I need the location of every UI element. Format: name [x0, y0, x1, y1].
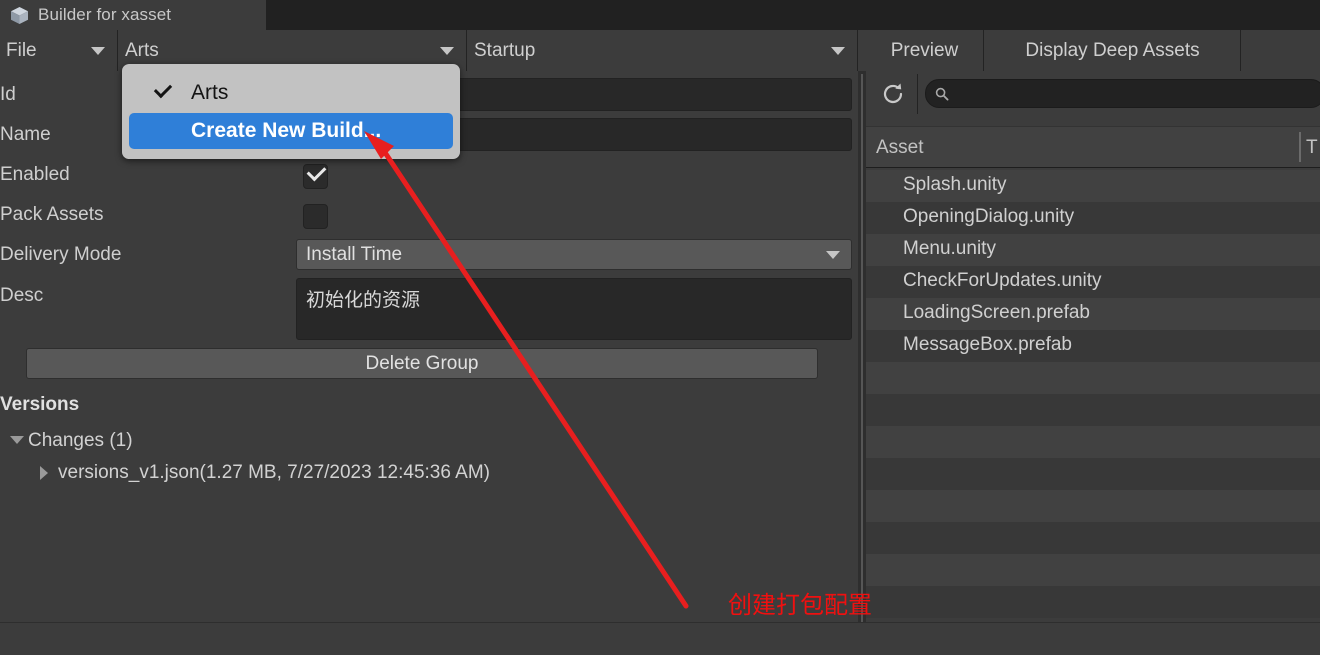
table-row-empty [866, 458, 1320, 490]
tab-label: Builder for xasset [38, 5, 172, 24]
table-row[interactable]: MessageBox.prefab [866, 330, 1320, 362]
field-label-pack-assets: Pack Assets [0, 204, 104, 225]
refresh-icon [883, 83, 903, 103]
file-menu-label: File [6, 39, 37, 61]
column-header-type[interactable]: T [1306, 137, 1318, 159]
asset-list-header: Asset T [866, 126, 1320, 168]
field-label-enabled: Enabled [0, 164, 70, 185]
chevron-down-icon [440, 47, 454, 55]
chevron-down-icon [831, 47, 845, 55]
preview-button[interactable]: Preview [866, 30, 984, 71]
delete-group-button[interactable]: Delete Group [26, 348, 818, 379]
chevron-down-icon [91, 47, 105, 55]
chevron-down-icon [826, 251, 840, 259]
delete-group-label: Delete Group [365, 352, 479, 374]
check-icon [306, 161, 327, 182]
delivery-mode-value: Install Time [306, 243, 403, 265]
table-row[interactable]: Menu.unity [866, 234, 1320, 266]
versions-title: Versions [0, 394, 80, 415]
changes-node-label[interactable]: Changes (1) [28, 430, 133, 452]
column-resize-handle[interactable] [1299, 132, 1301, 162]
table-row[interactable]: LoadingScreen.prefab [866, 298, 1320, 330]
group-selector-label: Startup [474, 39, 536, 61]
table-row[interactable]: OpeningDialog.unity [866, 202, 1320, 234]
asset-name: OpeningDialog.unity [903, 206, 1075, 227]
asset-name: CheckForUpdates.unity [903, 270, 1102, 291]
asset-name: Splash.unity [903, 174, 1007, 195]
menu-item-arts[interactable]: Arts [129, 75, 453, 111]
display-deep-assets-label: Display Deep Assets [1025, 39, 1200, 61]
field-label-desc: Desc [0, 285, 44, 306]
table-row-empty [866, 586, 1320, 618]
table-row-empty [866, 554, 1320, 586]
asset-name: Menu.unity [903, 238, 996, 259]
tab-builder-for-xasset[interactable]: Builder for xasset [0, 0, 266, 30]
panel-divider-grip [861, 74, 863, 634]
asset-name: MessageBox.prefab [903, 334, 1072, 355]
preview-label: Preview [890, 39, 959, 61]
bottom-bar [0, 622, 1320, 655]
display-deep-assets-button[interactable]: Display Deep Assets [985, 30, 1241, 71]
version-entry-label[interactable]: versions_v1.json(1.27 MB, 7/27/2023 12:4… [58, 462, 490, 484]
table-row-empty [866, 394, 1320, 426]
search-input[interactable] [925, 79, 1320, 108]
column-header-asset[interactable]: Asset [876, 137, 924, 159]
asset-name: LoadingScreen.prefab [903, 302, 1090, 323]
table-row-empty [866, 362, 1320, 394]
field-label-delivery-mode: Delivery Mode [0, 244, 122, 265]
group-selector-dropdown[interactable]: Startup [468, 30, 858, 71]
chevron-down-icon[interactable] [10, 436, 24, 444]
menu-item-create-new-build[interactable]: Create New Build... [129, 113, 453, 149]
build-dropdown-menu: Arts Create New Build... [122, 64, 460, 159]
table-row-empty [866, 490, 1320, 522]
table-row[interactable]: Splash.unity [866, 170, 1320, 202]
build-selector-label: Arts [125, 39, 159, 61]
menu-item-label: Arts [191, 81, 229, 104]
field-label-id: Id [0, 84, 16, 105]
package-box-icon [10, 6, 29, 25]
tab-strip: Builder for xasset [0, 0, 1320, 30]
builder-window: Builder for xasset File Arts Startup Pre… [0, 0, 1320, 655]
menu-item-label: Create New Build... [191, 119, 382, 142]
refresh-button[interactable] [868, 74, 918, 114]
search-icon [935, 87, 949, 101]
toolbar-spacer [1242, 30, 1320, 71]
enabled-checkbox[interactable] [303, 161, 328, 189]
chevron-right-icon[interactable] [40, 466, 48, 480]
annotation-text: 创建打包配置 [728, 592, 872, 619]
table-row-empty [866, 522, 1320, 554]
desc-value: 初始化的资源 [306, 290, 421, 311]
field-label-name: Name [0, 124, 51, 145]
pack-assets-checkbox[interactable] [303, 204, 328, 229]
file-menu-button[interactable]: File [0, 30, 118, 71]
delivery-mode-dropdown[interactable]: Install Time [296, 239, 852, 270]
table-row-empty [866, 426, 1320, 458]
table-row[interactable]: CheckForUpdates.unity [866, 266, 1320, 298]
